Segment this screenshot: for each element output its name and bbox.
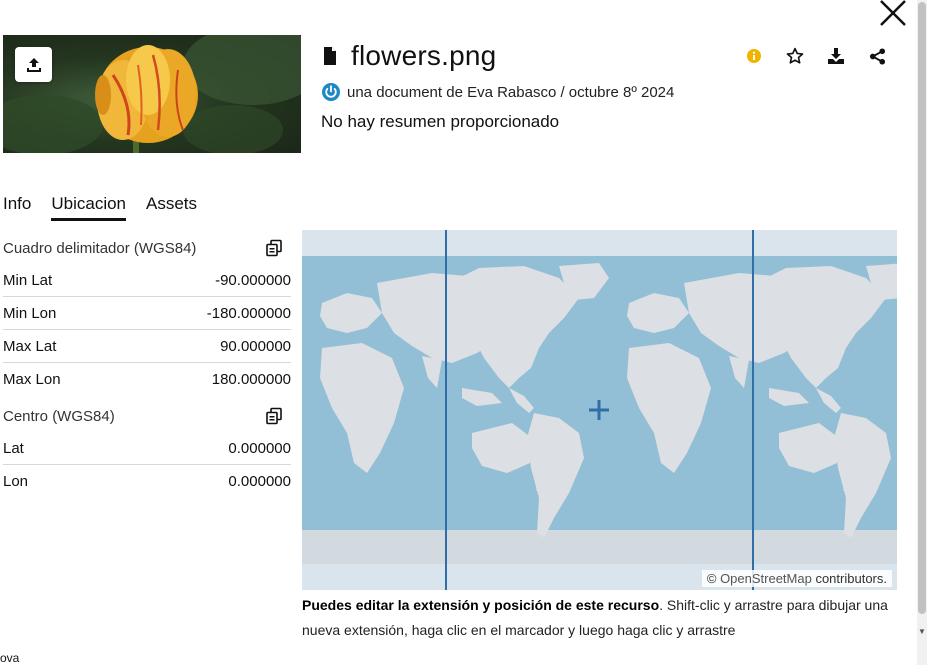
close-icon — [880, 0, 906, 26]
resource-meta: una document de Eva Rabasco / octubre 8º… — [321, 82, 901, 102]
upload-icon — [26, 57, 41, 72]
copy-icon[interactable] — [265, 407, 283, 425]
bbox-title: Cuadro delimitador (WGS84) — [3, 239, 197, 257]
resource-summary: No hay resumen proporcionado — [321, 112, 560, 131]
tab-ubicacion[interactable]: Ubicacion — [51, 194, 127, 221]
tab-info[interactable]: Info — [3, 194, 31, 221]
row-label: Lon — [3, 473, 29, 490]
close-button[interactable] — [877, 0, 909, 28]
row-label: Max Lat — [3, 337, 57, 355]
row-value: 180.000000 — [211, 371, 291, 388]
center-section-header: Centro (WGS84) — [3, 400, 291, 432]
row-label: Lat — [3, 439, 24, 457]
location-panel: Cuadro delimitador (WGS84) Min Lat -90.0… — [3, 232, 291, 498]
resource-tabs: Info Ubicacion Assets — [3, 194, 197, 221]
location-map[interactable]: © OpenStreetMap contributors. — [302, 230, 897, 590]
bottom-clipped-text: ova — [0, 651, 20, 665]
row-value: 0.000000 — [228, 439, 291, 457]
bbox-section-header: Cuadro delimitador (WGS84) — [3, 232, 291, 264]
center-title: Centro (WGS84) — [3, 407, 115, 425]
tab-assets[interactable]: Assets — [146, 194, 197, 221]
resource-thumbnail — [3, 35, 301, 153]
row-value: 90.000000 — [220, 337, 291, 355]
resource-title: flowers.png — [351, 40, 497, 71]
row-label: Min Lon — [3, 304, 57, 322]
copy-icon[interactable] — [265, 239, 283, 257]
map-attribution: © OpenStreetMap contributors. — [701, 570, 892, 587]
attribution-suffix: contributors. — [811, 571, 887, 586]
resource-owner-date: una document de Eva Rabasco / octubre 8º… — [347, 83, 675, 101]
download-icon — [828, 48, 844, 64]
share-icon — [869, 47, 885, 65]
star-icon — [786, 47, 804, 64]
info-button[interactable] — [744, 46, 764, 66]
bbox-row-max-lon: Max Lon 180.000000 — [3, 363, 291, 396]
row-label: Min Lat — [3, 271, 53, 289]
scrollbar[interactable]: ▼ — [917, 0, 927, 665]
resource-header: flowers.png una document de Eva Rabasco … — [321, 38, 901, 132]
world-map[interactable] — [302, 230, 897, 590]
upload-thumbnail-button[interactable] — [15, 47, 52, 82]
row-value: 0.000000 — [228, 473, 291, 490]
file-icon — [324, 47, 336, 65]
power-icon — [322, 83, 340, 101]
row-value: -90.000000 — [215, 271, 291, 289]
center-row-lon: Lon 0.000000 — [3, 465, 291, 498]
bbox-row-max-lat: Max Lat 90.000000 — [3, 330, 291, 363]
share-button[interactable] — [867, 46, 887, 66]
bbox-row-min-lon: Min Lon -180.000000 — [3, 297, 291, 330]
download-button[interactable] — [826, 46, 846, 66]
row-value: -180.000000 — [206, 304, 291, 322]
map-instructions: Puedes editar la extensión y posición de… — [302, 593, 902, 643]
resource-actions — [744, 46, 887, 66]
map-instructions-bold: Puedes editar la extensión y posición de… — [302, 597, 660, 613]
bbox-row-min-lat: Min Lat -90.000000 — [3, 264, 291, 297]
attribution-prefix: © — [706, 571, 721, 586]
center-row-lat: Lat 0.000000 — [3, 432, 291, 465]
scrollbar-thumb[interactable] — [918, 2, 926, 614]
favorite-button[interactable] — [785, 46, 805, 66]
row-label: Max Lon — [3, 371, 61, 388]
scroll-down-arrow-icon[interactable]: ▼ — [917, 627, 927, 637]
openstreetmap-link[interactable]: OpenStreetMap — [720, 571, 812, 586]
info-icon — [747, 49, 761, 63]
